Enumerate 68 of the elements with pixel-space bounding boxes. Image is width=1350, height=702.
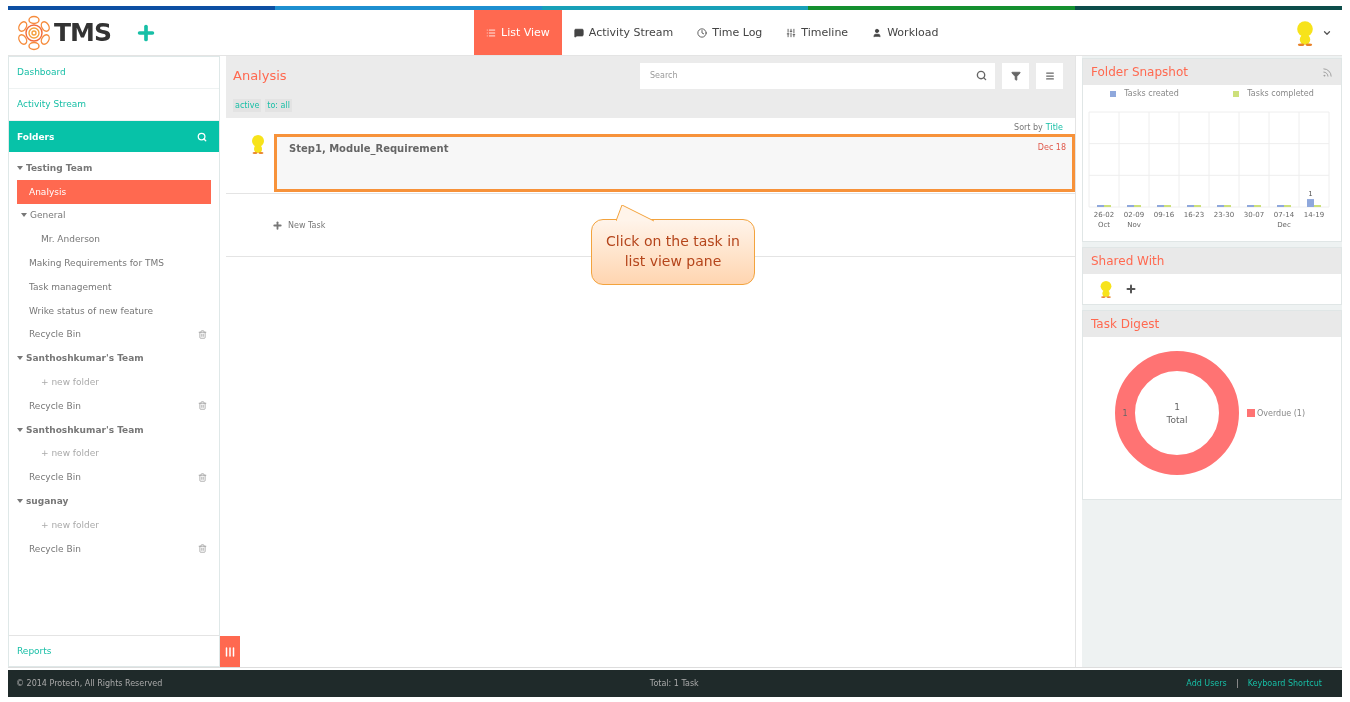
team-item[interactable]: Santhoshkumar's Team xyxy=(17,417,211,442)
logo-icon xyxy=(16,14,52,51)
team-item[interactable]: Santhoshkumar's Team xyxy=(17,346,211,371)
search-icon[interactable] xyxy=(197,131,207,142)
user-icon xyxy=(872,27,883,38)
card-title: Shared With xyxy=(1091,254,1165,268)
comment-icon xyxy=(573,27,584,38)
legend-item: Overdue (1) xyxy=(1247,408,1306,418)
folder-item[interactable]: Task management xyxy=(17,275,211,299)
nav-tab[interactable]: Timeline xyxy=(774,10,861,55)
folder-item[interactable]: Wrike status of new feature xyxy=(17,298,211,323)
folder-item[interactable]: Making Requirements for TMS xyxy=(17,251,211,275)
ring-label: 1 xyxy=(1122,409,1128,418)
search-field[interactable]: Search xyxy=(640,62,995,89)
logo-text: TMS xyxy=(54,18,111,47)
add-user-button[interactable] xyxy=(1125,283,1137,295)
sort-label: Sort by xyxy=(1014,123,1043,132)
folders-title: Folders xyxy=(17,131,55,142)
footer-link[interactable]: Keyboard Shortcut xyxy=(1236,679,1322,688)
folder-item[interactable]: Mr. Anderson xyxy=(17,227,211,252)
folder-item[interactable]: General xyxy=(17,203,211,228)
menu-button[interactable] xyxy=(1036,62,1063,89)
legend-item: Tasks completed xyxy=(1233,89,1314,98)
team-item[interactable]: Testing Team xyxy=(17,156,211,180)
footer-link[interactable]: Add Users xyxy=(1186,679,1227,688)
recycle-bin-item[interactable]: Recycle Bin xyxy=(17,465,211,490)
caret-icon xyxy=(21,212,27,219)
nav-tab[interactable]: List View xyxy=(474,10,562,55)
search-icon xyxy=(976,70,987,81)
card-title: Task Digest xyxy=(1091,317,1160,331)
trash-icon[interactable] xyxy=(198,544,207,554)
list-icon xyxy=(486,27,496,38)
recycle-bin-item[interactable]: Recycle Bin xyxy=(17,536,211,561)
total-label: Total xyxy=(1166,415,1188,425)
folder-title: Analysis xyxy=(233,68,287,83)
task-date: Dec 18 xyxy=(1037,143,1066,154)
caret-icon xyxy=(17,164,23,171)
menu-icon xyxy=(1044,70,1055,81)
new-task-button[interactable]: New Task xyxy=(272,219,326,231)
recycle-bin-item[interactable]: Recycle Bin xyxy=(17,393,211,418)
caret-icon xyxy=(17,498,23,505)
sidebar-toggle-button[interactable] xyxy=(220,636,240,667)
trash-icon[interactable] xyxy=(198,401,207,411)
team-item[interactable]: suganay xyxy=(17,489,211,513)
nav-tab[interactable]: Workload xyxy=(860,10,951,55)
nav-tab[interactable]: Activity Stream xyxy=(561,10,686,55)
total-text: Total: 1 Task xyxy=(649,679,699,688)
callout-text: Click on the task in list view pane xyxy=(605,232,741,271)
folder-item[interactable]: Analysis xyxy=(17,179,211,204)
caret-icon xyxy=(17,355,23,362)
plus-icon xyxy=(272,219,283,231)
trash-icon[interactable] xyxy=(198,472,207,482)
task-card[interactable]: Step1, Module_Requirement Dec 18 xyxy=(274,134,1075,192)
columns-icon xyxy=(224,645,236,658)
copyright-text: © 2014 Protech, All Rights Reserved xyxy=(16,679,163,688)
filter-icon xyxy=(1010,70,1021,81)
caret-icon xyxy=(17,426,23,433)
trash-icon[interactable] xyxy=(198,329,207,339)
sliders-icon xyxy=(786,27,797,38)
recycle-bin-item[interactable]: Recycle Bin xyxy=(17,322,211,347)
card-title: Folder Snapshot xyxy=(1091,65,1188,79)
total-value: 1 xyxy=(1174,402,1180,412)
filter-button[interactable] xyxy=(1002,62,1029,89)
nav-tab[interactable]: Time Log xyxy=(685,10,775,55)
rss-icon[interactable] xyxy=(1322,66,1333,78)
legend-item: Tasks created xyxy=(1110,89,1179,98)
task-title: Step1, Module_Requirement xyxy=(289,143,449,157)
clock-icon xyxy=(697,27,708,38)
